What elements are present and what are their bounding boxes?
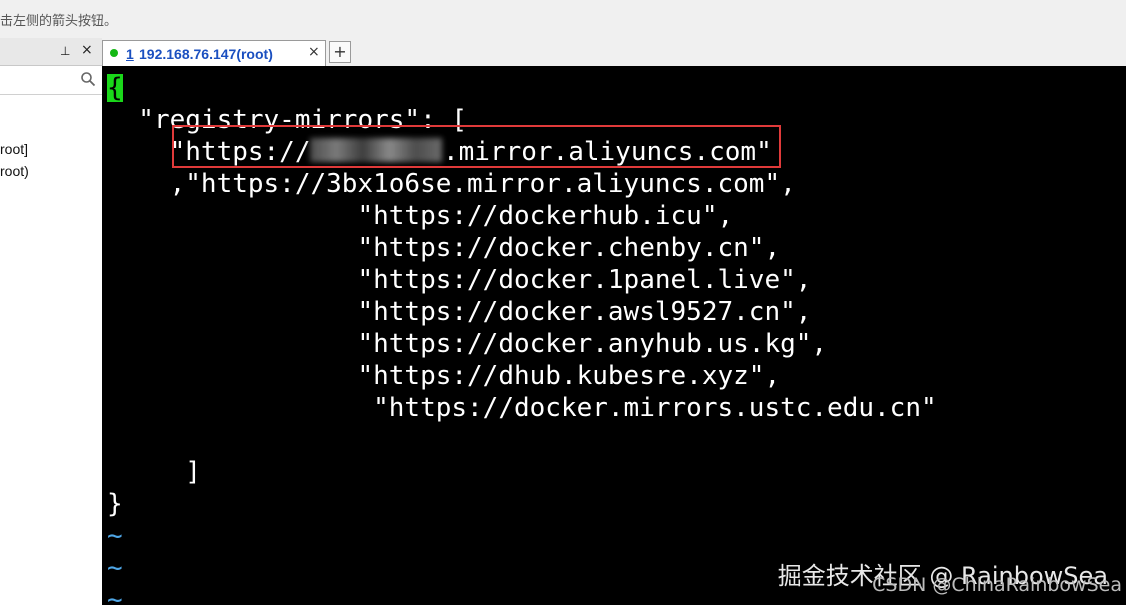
connected-status-icon [110,49,118,57]
top-hint-bar: 击左侧的箭头按钮。 [0,0,1126,38]
session-panel-header: ⊥ × [0,38,102,66]
terminal-tilde: ~ [107,585,123,605]
tab-session[interactable]: 1 192.168.76.147(root) × [102,40,326,66]
pin-icon[interactable]: ⊥ [60,44,70,58]
terminal-line: "https://dockerhub.icu", [107,201,734,231]
tab-label: 192.168.76.147(root) [139,46,273,62]
terminal-line: "https://docker.mirrors.ustc.edu.cn" [107,393,937,423]
search-icon[interactable] [80,71,96,87]
tab-close-icon[interactable]: × [308,44,320,60]
top-hint-text: 击左侧的箭头按钮。 [0,13,118,28]
terminal-tilde: ~ [107,521,123,551]
terminal-line: ] [107,457,201,487]
session-search-input[interactable] [0,66,102,95]
new-tab-button[interactable]: + [329,41,351,63]
highlight-box [172,125,781,168]
tab-index: 1 [126,46,134,62]
terminal-line: "https://docker.1panel.live", [107,265,812,295]
close-icon[interactable]: × [81,42,93,58]
session-item[interactable]: root) [0,163,29,179]
session-panel: ⊥ × root] root) [0,38,103,605]
terminal-tilde: ~ [107,553,123,583]
terminal-line: "https://dhub.kubesre.xyz", [107,361,781,391]
terminal-line: ,"https://3bx1o6se.mirror.aliyuncs.com", [107,169,796,199]
watermark-csdn: CSDN @ChinaRainbowSea [872,574,1122,596]
cursor-char: { [107,73,123,103]
terminal-cursor: { [107,73,123,103]
terminal-line: "https://docker.anyhub.us.kg", [107,329,828,359]
terminal-line: } [107,489,123,519]
tab-bar: 1 192.168.76.147(root) × + [102,38,1126,66]
terminal-screen[interactable]: { "registry-mirrors": [ "https:// .mirro… [102,66,1126,605]
terminal-line: "https://docker.awsl9527.cn", [107,297,812,327]
terminal-line: "https://docker.chenby.cn", [107,233,781,263]
session-item[interactable]: root] [0,141,28,157]
